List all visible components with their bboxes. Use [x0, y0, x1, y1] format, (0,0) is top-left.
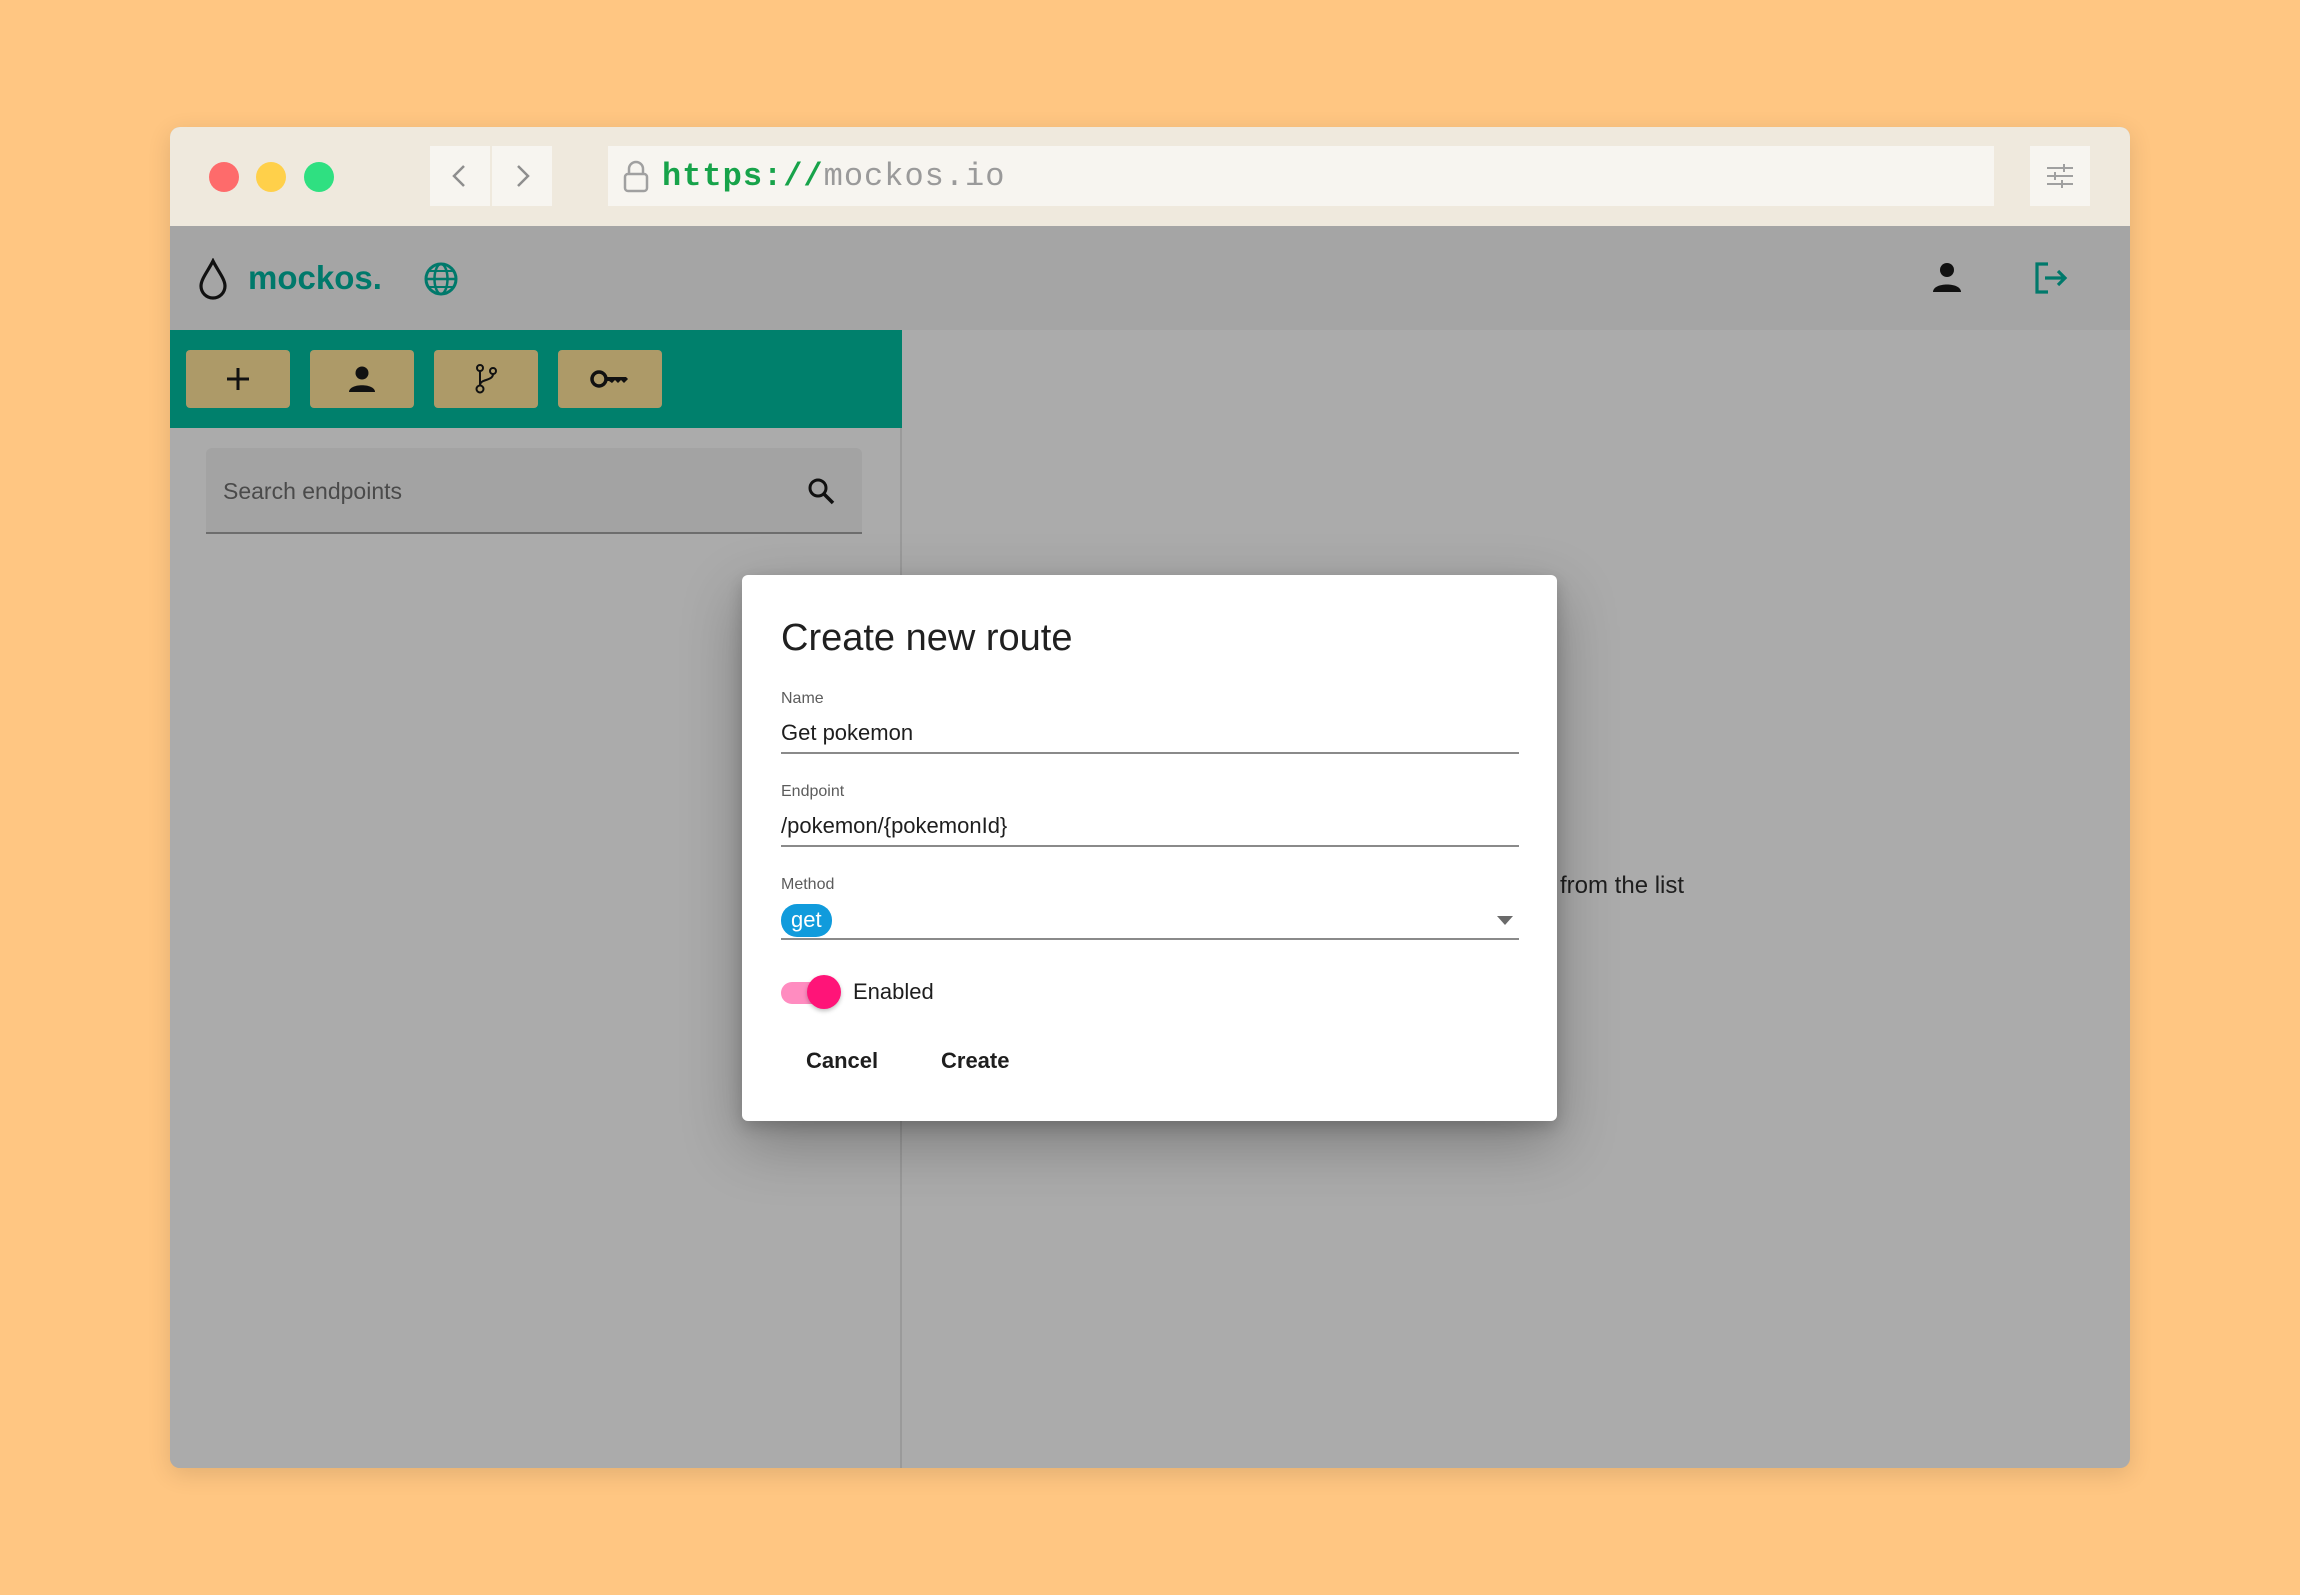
user-icon	[349, 366, 375, 392]
url-host: mockos.io	[823, 157, 1006, 195]
endpoint-label: Endpoint	[781, 783, 845, 800]
drop-logo-icon	[199, 258, 227, 300]
plus-icon	[227, 368, 249, 390]
account-icon[interactable]	[1930, 260, 1964, 294]
git-branch-icon	[475, 364, 497, 394]
maximize-window-button[interactable]	[304, 162, 334, 192]
forward-button[interactable]	[492, 146, 552, 206]
dialog-title: Create new route	[781, 617, 1073, 659]
method-chip-get: get	[781, 904, 832, 937]
url-scheme: https://	[662, 157, 824, 195]
browser-settings-button[interactable]	[2030, 146, 2090, 206]
enabled-toggle[interactable]	[781, 975, 841, 1009]
dropdown-arrow-icon[interactable]	[1497, 916, 1513, 925]
minimize-window-button[interactable]	[256, 162, 286, 192]
enabled-label: Enabled	[853, 979, 934, 1004]
branches-button[interactable]	[434, 350, 538, 408]
create-route-dialog: Create new route Name Get pokemon Endpoi…	[742, 575, 1557, 1121]
globe-icon[interactable]	[423, 261, 459, 297]
name-field[interactable]: Name Get pokemon	[781, 690, 1519, 754]
empty-state-hint: e from the list	[1540, 872, 1685, 899]
close-window-button[interactable]	[209, 162, 239, 192]
endpoint-input[interactable]: /pokemon/{pokemonId}	[781, 813, 1007, 839]
url-text: https://mockos.io	[662, 158, 1005, 195]
lock-icon	[623, 160, 649, 193]
api-keys-button[interactable]	[558, 350, 662, 408]
browser-chrome: https://mockos.io	[170, 127, 2130, 226]
create-button[interactable]: Create	[941, 1048, 1009, 1074]
search-icon[interactable]	[806, 476, 836, 506]
brand-name: mockos.	[248, 259, 382, 296]
chevron-left-icon	[452, 165, 465, 187]
name-label: Name	[781, 690, 824, 707]
method-select[interactable]: Method get	[781, 876, 1519, 940]
method-label: Method	[781, 876, 835, 893]
add-route-button[interactable]	[186, 350, 290, 408]
back-button[interactable]	[430, 146, 490, 206]
key-icon	[590, 370, 628, 388]
endpoint-field[interactable]: Endpoint /pokemon/{pokemonId}	[781, 783, 1519, 847]
toggle-knob	[807, 975, 841, 1009]
search-input[interactable]: Search endpoints	[223, 478, 402, 505]
sidebar-toolbar	[170, 330, 902, 428]
name-input[interactable]: Get pokemon	[781, 720, 913, 746]
search-endpoints-field[interactable]: Search endpoints	[206, 448, 862, 534]
logout-icon[interactable]	[2032, 260, 2070, 296]
users-button[interactable]	[310, 350, 414, 408]
cancel-button[interactable]: Cancel	[806, 1048, 878, 1074]
address-bar[interactable]: https://mockos.io	[608, 146, 1994, 206]
app-header: mockos.	[170, 226, 2130, 330]
sliders-icon	[2047, 164, 2073, 188]
chevron-right-icon	[517, 165, 530, 187]
